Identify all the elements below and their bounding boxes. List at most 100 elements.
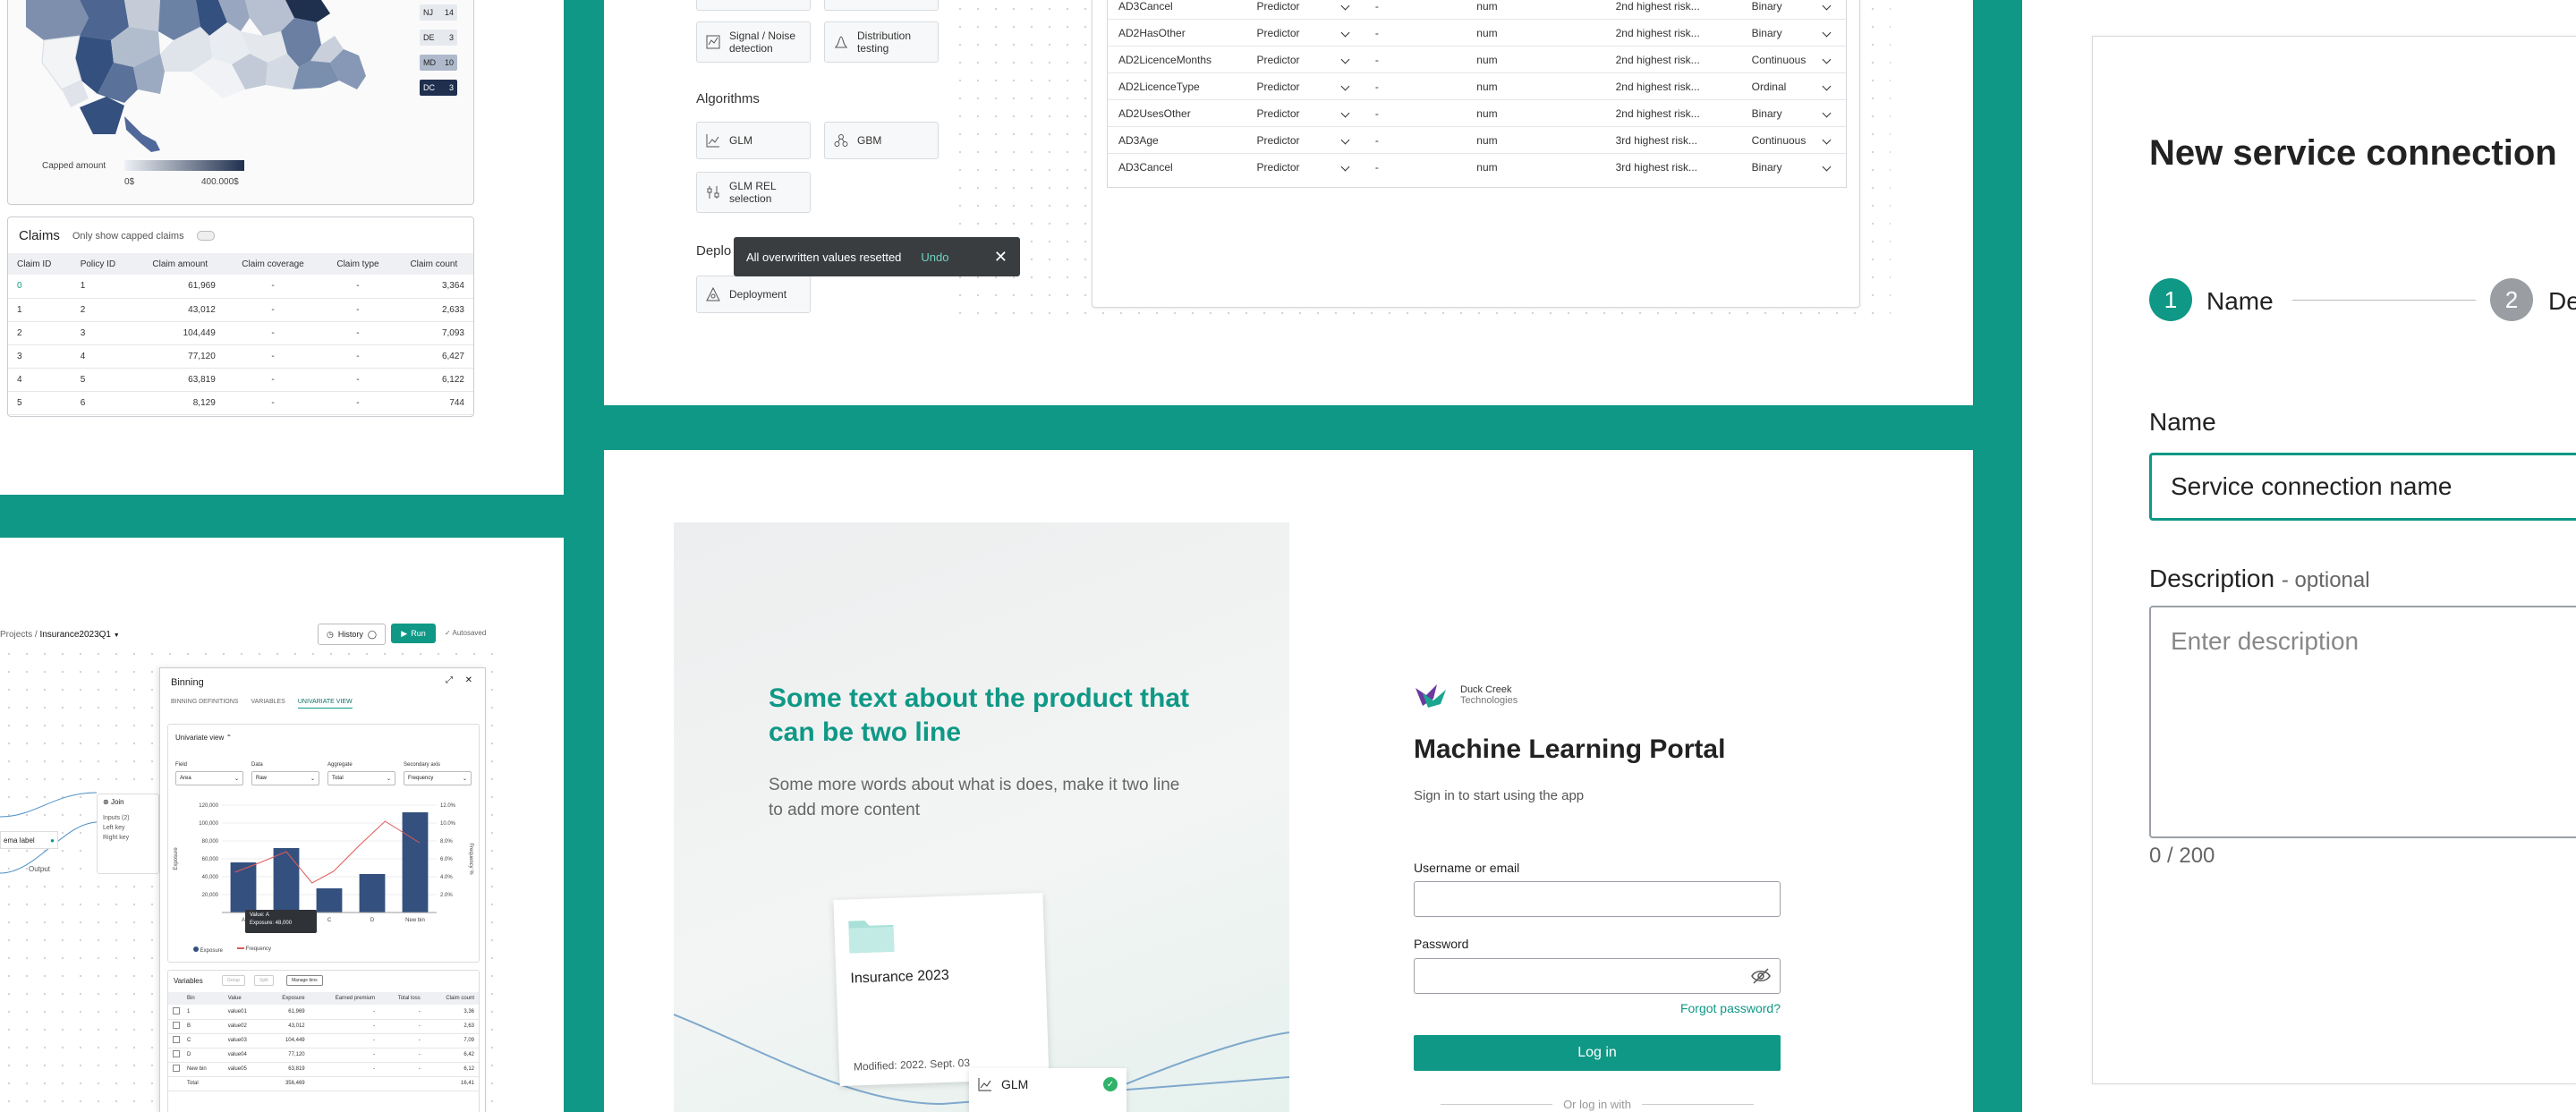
checkbox-icon[interactable] xyxy=(173,1036,180,1043)
chevron-down-icon[interactable] xyxy=(1340,28,1350,37)
table-row[interactable]: AD2LicenceType Predictor - num 2nd highest r… xyxy=(1108,72,1846,100)
variables-cell: Predictor xyxy=(1246,47,1365,73)
tab-variables[interactable]: VARIABLES xyxy=(251,699,285,709)
description-textarea[interactable]: Enter description xyxy=(2149,606,2576,838)
tab-binning-definitions[interactable]: BINNING DEFINITIONS xyxy=(171,699,238,709)
group-button[interactable]: Group xyxy=(222,975,245,986)
run-button[interactable]: ▶ Run xyxy=(391,624,436,643)
filter-select[interactable]: Total ⌄ xyxy=(327,771,395,785)
username-input[interactable] xyxy=(1414,881,1781,917)
chevron-down-icon[interactable] xyxy=(1822,108,1832,117)
variables-cell: AD3Age xyxy=(1118,133,1159,147)
row-checkbox[interactable] xyxy=(168,1033,183,1048)
univariate-chart: 120,000 100,000 80,000 60,000 40,000 20,000 12… xyxy=(174,803,473,923)
close-icon[interactable]: ✕ xyxy=(465,675,472,685)
expand-icon[interactable]: ⤢ xyxy=(446,675,453,685)
forgot-password-link[interactable]: Forgot password? xyxy=(1680,1001,1781,1015)
chevron-down-icon[interactable] xyxy=(1340,135,1350,144)
y-axis-label: Exposure xyxy=(174,847,179,870)
chevron-down-icon[interactable] xyxy=(1340,162,1350,172)
glm-tile[interactable]: GLM xyxy=(696,122,811,159)
glm-chip[interactable]: GLM ✓ xyxy=(969,1068,1126,1112)
table-row[interactable]: 2 3 104,449 - - 7,093 xyxy=(8,321,473,344)
line-chart-icon xyxy=(978,1078,991,1091)
toast-undo[interactable]: Undo xyxy=(921,250,948,264)
claims-cell: - xyxy=(356,374,360,385)
filter-2: Aggregate Total ⌄ xyxy=(327,762,395,785)
chevron-down-icon[interactable]: ▼ xyxy=(114,632,120,639)
palette-tile-top-right[interactable] xyxy=(824,0,939,11)
node-schema[interactable]: ema label ● xyxy=(0,831,58,849)
checkbox-icon[interactable] xyxy=(173,1006,180,1014)
chevron-down-icon[interactable] xyxy=(1822,81,1832,90)
row-checkbox[interactable] xyxy=(168,1048,183,1062)
chevron-up-icon[interactable]: ⌃ xyxy=(225,734,232,742)
eye-off-icon[interactable] xyxy=(1751,968,1771,984)
filter-select[interactable]: Frequency ⌄ xyxy=(404,771,472,785)
login-button[interactable]: Log in xyxy=(1414,1035,1781,1071)
tab-univariate-view[interactable]: UNIVARIATE VIEW xyxy=(297,699,353,709)
row-checkbox[interactable] xyxy=(168,1005,183,1019)
history-button[interactable]: ◷ History ◯ xyxy=(318,624,386,645)
chevron-down-icon[interactable] xyxy=(1822,135,1832,144)
table-row[interactable]: AD3Cancel Predictor - num 3rd highest risk..… xyxy=(1108,153,1846,181)
step-1-label[interactable]: Name xyxy=(2206,287,2274,316)
table-row[interactable]: 1 2 43,012 - - 2,633 xyxy=(8,298,473,321)
chevron-down-icon[interactable] xyxy=(1822,28,1832,37)
chevron-down-icon[interactable] xyxy=(1340,81,1350,90)
signal-noise-tile[interactable]: Signal / Noise detection xyxy=(696,21,811,63)
distribution-testing-tile[interactable]: Distribution testing xyxy=(824,21,939,63)
manage-bins-button[interactable]: Manage bins xyxy=(286,975,323,986)
y2-tick-label: 10.0% xyxy=(440,821,456,827)
table-row[interactable]: Dvalue04 77,120 - - 6,42 xyxy=(168,1048,479,1062)
table-row[interactable]: 4 5 63,819 - - 6,122 xyxy=(8,368,473,391)
table-row[interactable]: AD3Cancel Predictor - num 2nd highest risk..… xyxy=(1108,0,1846,20)
checkbox-icon[interactable] xyxy=(173,1065,180,1072)
chevron-down-icon[interactable] xyxy=(1340,1,1350,10)
table-row[interactable]: Cvalue03 104,449 - - 7,09 xyxy=(168,1033,479,1048)
filter-select[interactable]: Area ⌄ xyxy=(175,771,243,785)
table-row[interactable]: Total 356,469 16,41 xyxy=(168,1076,479,1091)
table-row[interactable]: AD3Age Predictor - num 3rd highest risk... Co… xyxy=(1108,126,1846,154)
table-row[interactable]: 5 6 8,129 - - 744 xyxy=(8,391,473,414)
palette-tile-top-left[interactable] xyxy=(696,0,811,11)
binning-tabs: BINNING DEFINITIONS VARIABLES UNIVARIATE… xyxy=(171,699,353,709)
gbm-tile[interactable]: GBM xyxy=(824,122,939,159)
table-row[interactable]: AD2UsesOther Predictor - num 2nd highest ris… xyxy=(1108,99,1846,127)
chevron-down-icon[interactable] xyxy=(1340,55,1350,64)
filter-select[interactable]: Raw ⌄ xyxy=(251,771,319,785)
node-join[interactable]: ⊗ Join Inputs (2) Left key Right key xyxy=(97,794,159,874)
project-card[interactable]: Insurance 2023 Modified: 2022. Sept. 03 xyxy=(833,892,1050,1087)
row-checkbox[interactable] xyxy=(168,1019,183,1033)
checkbox-icon[interactable] xyxy=(173,1022,180,1029)
chevron-down-icon[interactable] xyxy=(1822,55,1832,64)
deployment-tile[interactable]: Deployment xyxy=(696,276,811,313)
glm-rel-tile[interactable]: GLM REL selection xyxy=(696,172,811,213)
chevron-down-icon[interactable] xyxy=(1822,1,1832,10)
row-checkbox[interactable] xyxy=(168,1062,183,1076)
step-2-label[interactable]: De xyxy=(2548,287,2576,316)
capped-toggle[interactable] xyxy=(196,231,215,241)
univariate-card: Univariate view ⌃ Field Area ⌄ Data Raw ⌄ Aggr… xyxy=(167,724,480,963)
split-button[interactable]: Split xyxy=(254,975,274,986)
claims-cell: 4 xyxy=(80,351,86,361)
binning-title: Binning xyxy=(171,677,204,688)
chevron-down-icon[interactable] xyxy=(1340,108,1350,117)
row-checkbox[interactable] xyxy=(168,1076,183,1091)
table-row[interactable]: Bvalue02 43,012 - - 2,63 xyxy=(168,1019,479,1033)
table-row[interactable]: 1 value01 61,969 - - 3,36 xyxy=(168,1005,479,1019)
stepper-line xyxy=(2292,300,2476,301)
close-icon[interactable]: ✕ xyxy=(994,248,1007,267)
password-input[interactable] xyxy=(1414,958,1781,994)
chevron-down-icon[interactable] xyxy=(1822,162,1832,172)
table-row[interactable]: AD2HasOther Predictor - num 2nd highest risk… xyxy=(1108,19,1846,47)
step-1-circle[interactable]: 1 xyxy=(2149,278,2192,321)
table-row[interactable]: 3 4 77,120 - - 6,427 xyxy=(8,344,473,368)
table-row[interactable]: 0 1 61,969 - - 3,364 xyxy=(8,275,473,298)
step-2-circle[interactable]: 2 xyxy=(2490,278,2533,321)
y2-tick-label: 8.0% xyxy=(440,839,453,845)
table-row[interactable]: New bin value05 63,819 - - 6,12 xyxy=(168,1062,479,1076)
checkbox-icon[interactable] xyxy=(173,1050,180,1057)
table-row[interactable]: AD2LicenceMonths Predictor - num 2nd highest… xyxy=(1108,46,1846,73)
name-input[interactable]: Service connection name xyxy=(2149,453,2576,521)
